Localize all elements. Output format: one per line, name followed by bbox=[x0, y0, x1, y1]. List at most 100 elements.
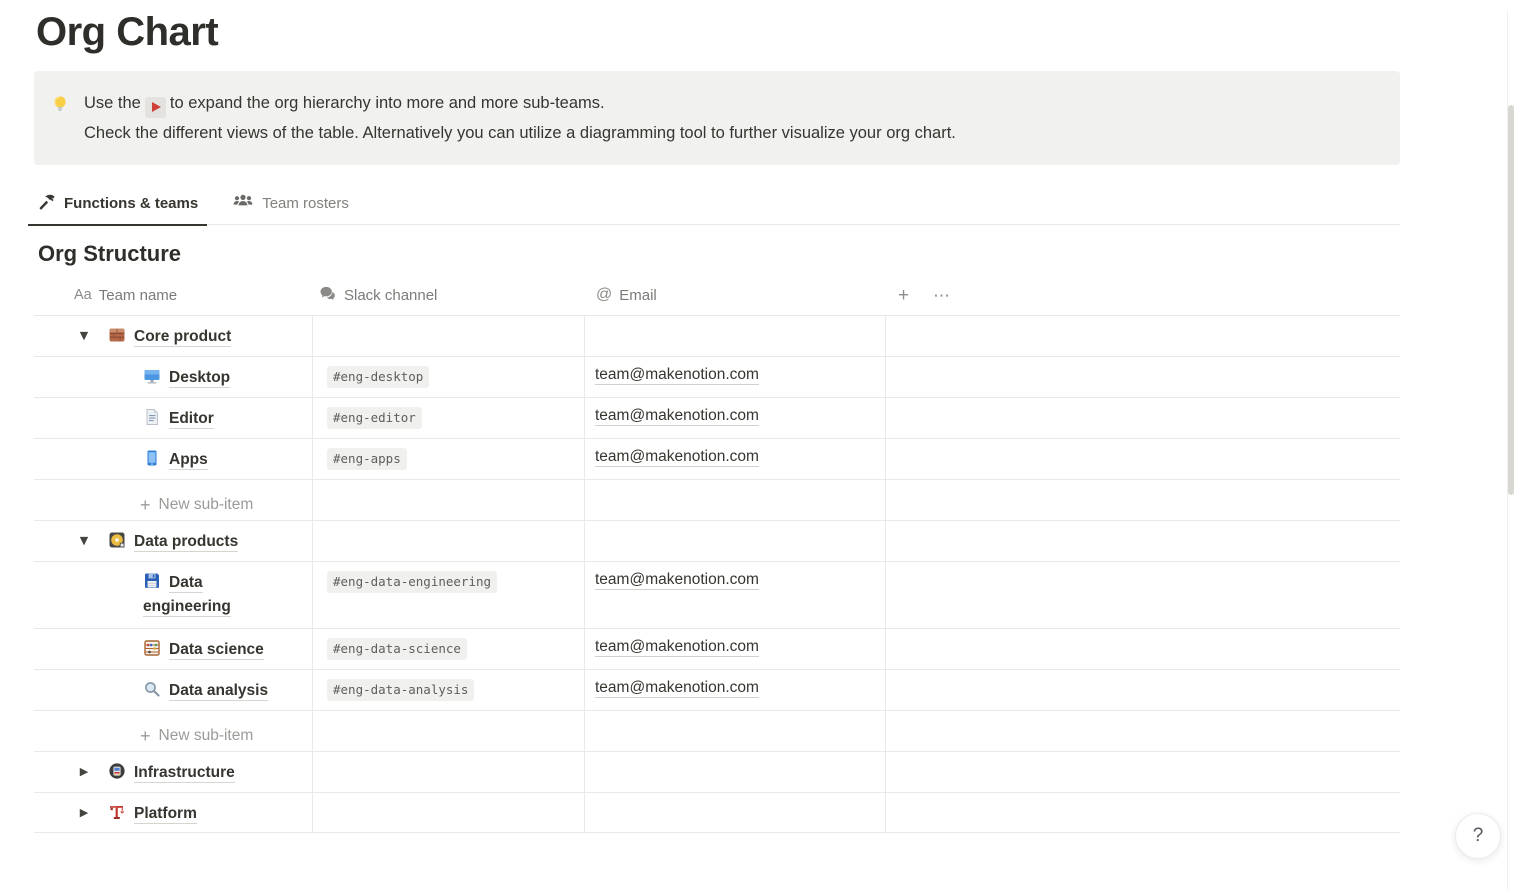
team-name-link[interactable]: Apps bbox=[169, 451, 208, 470]
slack-channel-cell[interactable]: #eng-apps bbox=[313, 439, 585, 479]
table-row: Desktop #eng-desktop team@makenotion.com bbox=[34, 356, 1400, 397]
email-cell[interactable]: team@makenotion.com bbox=[585, 439, 886, 479]
table-row: ▼ Data products bbox=[34, 520, 1400, 561]
email-cell[interactable] bbox=[585, 793, 886, 832]
empty-cell[interactable] bbox=[886, 670, 1400, 710]
chat-bubbles-icon bbox=[318, 285, 337, 306]
email-cell[interactable] bbox=[585, 316, 886, 356]
red-play-toggle-icon bbox=[145, 97, 166, 118]
view-tabs: Functions & teams Team rosters bbox=[34, 183, 1400, 225]
team-name-link[interactable]: Core product bbox=[134, 328, 231, 347]
empty-cell[interactable] bbox=[886, 752, 1400, 792]
tab-label: Team rosters bbox=[262, 195, 349, 212]
column-header-team-name[interactable]: Aa Team name bbox=[34, 287, 313, 304]
table-row: Data science #eng-data-science team@make… bbox=[34, 628, 1400, 669]
callout: Use the to expand the org hierarchy into … bbox=[34, 71, 1400, 165]
scrollbar-thumb[interactable] bbox=[1508, 105, 1514, 495]
table-row: Data engineering #eng-data-engineering t… bbox=[34, 561, 1400, 628]
hammer-icon bbox=[37, 192, 56, 216]
callout-line1-prefix: Use the bbox=[84, 94, 141, 112]
metro-icon bbox=[108, 764, 134, 781]
empty-cell[interactable] bbox=[886, 316, 1400, 356]
email-cell[interactable]: team@makenotion.com bbox=[585, 670, 886, 710]
slack-channel-cell[interactable]: #eng-data-analysis bbox=[313, 670, 585, 710]
mobile-icon bbox=[143, 451, 169, 468]
table-row: + New sub-item bbox=[34, 479, 1400, 520]
lightbulb-icon bbox=[50, 94, 70, 119]
email-cell[interactable] bbox=[585, 521, 886, 561]
plus-icon: + bbox=[140, 726, 151, 746]
table-row: Apps #eng-apps team@makenotion.com bbox=[34, 438, 1400, 479]
add-column-button[interactable]: + bbox=[898, 286, 909, 305]
slack-channel-cell[interactable] bbox=[313, 316, 585, 356]
empty-cell[interactable] bbox=[886, 629, 1400, 669]
empty-cell[interactable] bbox=[886, 793, 1400, 832]
table-row: ▶ Infrastructure bbox=[34, 751, 1400, 792]
column-header-slack-channel[interactable]: Slack channel bbox=[313, 285, 585, 306]
slack-channel-cell[interactable]: #eng-editor bbox=[313, 398, 585, 438]
tab-functions-and-teams[interactable]: Functions & teams bbox=[34, 183, 201, 225]
new-sub-item-button[interactable]: + New sub-item bbox=[34, 480, 313, 520]
column-header-email[interactable]: @ Email bbox=[585, 286, 886, 304]
expand-toggle-icon[interactable]: ▶ bbox=[74, 761, 94, 782]
email-cell[interactable] bbox=[585, 752, 886, 792]
plus-icon: + bbox=[140, 495, 151, 515]
tab-team-rosters[interactable]: Team rosters bbox=[229, 183, 352, 225]
crane-icon bbox=[108, 805, 134, 822]
team-name-link[interactable]: Data products bbox=[134, 533, 238, 552]
title-aa-icon: Aa bbox=[74, 287, 92, 303]
column-label: Email bbox=[619, 287, 657, 304]
desktop-icon bbox=[143, 369, 169, 386]
collapse-toggle-icon[interactable]: ▼ bbox=[74, 530, 94, 551]
bricks-icon bbox=[108, 328, 134, 345]
slack-channel-cell[interactable] bbox=[313, 752, 585, 792]
new-sub-item-button[interactable]: + New sub-item bbox=[34, 711, 313, 751]
table-row: Data analysis #eng-data-analysis team@ma… bbox=[34, 669, 1400, 710]
magnifier-icon bbox=[143, 682, 169, 699]
empty-cell[interactable] bbox=[886, 562, 1400, 628]
at-icon: @ bbox=[596, 286, 612, 304]
empty-cell[interactable] bbox=[886, 439, 1400, 479]
slack-channel-cell[interactable] bbox=[313, 521, 585, 561]
floppy-disk-icon bbox=[143, 574, 169, 591]
callout-line2: Check the different views of the table. … bbox=[84, 124, 956, 142]
column-label: Slack channel bbox=[344, 287, 437, 304]
slack-channel-cell[interactable]: #eng-desktop bbox=[313, 357, 585, 397]
empty-cell[interactable] bbox=[886, 357, 1400, 397]
email-cell[interactable]: team@makenotion.com bbox=[585, 357, 886, 397]
team-name-link[interactable]: Platform bbox=[134, 805, 197, 824]
database-title: Org Structure bbox=[38, 241, 1524, 267]
document-icon bbox=[143, 410, 169, 427]
org-structure-table: Aa Team name Slack channel @ Email + ⋯ ▼… bbox=[34, 275, 1400, 833]
page-title: Org Chart bbox=[36, 10, 1524, 55]
table-row: ▶ Platform bbox=[34, 792, 1400, 833]
expand-toggle-icon[interactable]: ▶ bbox=[74, 802, 94, 823]
table-row: Editor #eng-editor team@makenotion.com bbox=[34, 397, 1400, 438]
team-name-link[interactable]: Data analysis bbox=[169, 682, 268, 701]
slack-channel-cell[interactable] bbox=[313, 793, 585, 832]
table-row: ▼ Core product bbox=[34, 315, 1400, 356]
table-row: + New sub-item bbox=[34, 710, 1400, 751]
help-button[interactable]: ? bbox=[1455, 813, 1501, 859]
tab-label: Functions & teams bbox=[64, 195, 198, 212]
abacus-icon bbox=[143, 641, 169, 658]
email-cell[interactable]: team@makenotion.com bbox=[585, 398, 886, 438]
team-name-link[interactable]: Desktop bbox=[169, 369, 230, 388]
minidisc-icon bbox=[108, 533, 134, 550]
slack-channel-cell[interactable]: #eng-data-science bbox=[313, 629, 585, 669]
team-name-link[interactable]: Infrastructure bbox=[134, 764, 235, 783]
email-cell[interactable]: team@makenotion.com bbox=[585, 562, 886, 628]
collapse-toggle-icon[interactable]: ▼ bbox=[74, 325, 94, 346]
table-options-button[interactable]: ⋯ bbox=[933, 287, 951, 304]
table-header-row: Aa Team name Slack channel @ Email + ⋯ bbox=[34, 275, 1400, 315]
callout-line1-suffix: to expand the org hierarchy into more an… bbox=[170, 94, 605, 112]
empty-cell[interactable] bbox=[886, 521, 1400, 561]
team-name-link[interactable]: Editor bbox=[169, 410, 214, 429]
callout-text: Use the to expand the org hierarchy into … bbox=[84, 88, 956, 148]
email-cell[interactable]: team@makenotion.com bbox=[585, 629, 886, 669]
team-name-link[interactable]: Data science bbox=[169, 641, 264, 660]
question-mark-icon: ? bbox=[1473, 825, 1484, 847]
slack-channel-cell[interactable]: #eng-data-engineering bbox=[313, 562, 585, 628]
empty-cell[interactable] bbox=[886, 398, 1400, 438]
column-label: Team name bbox=[99, 287, 177, 304]
